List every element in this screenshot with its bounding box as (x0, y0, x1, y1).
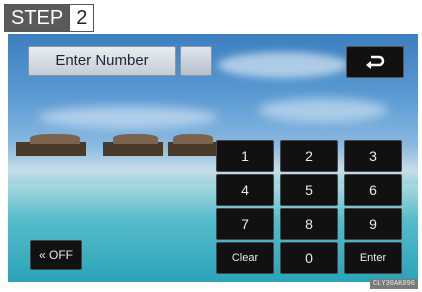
enter-button[interactable]: Enter (344, 242, 402, 274)
background-cloud (38, 106, 218, 128)
background-huts (8, 134, 218, 164)
step-number: 2 (69, 5, 94, 31)
hut-roof (113, 134, 158, 144)
key-6[interactable]: 6 (344, 174, 402, 206)
off-label: OFF (49, 248, 74, 262)
key-3[interactable]: 3 (344, 140, 402, 172)
background-cloud (258, 98, 388, 122)
hut-platform (168, 142, 216, 156)
back-button[interactable] (346, 46, 404, 78)
hut-roof (173, 134, 213, 144)
key-8[interactable]: 8 (280, 208, 338, 240)
step-badge: STEP 2 (4, 4, 95, 32)
return-arrow-icon (366, 55, 385, 69)
key-7[interactable]: 7 (216, 208, 274, 240)
hut-roof (30, 134, 80, 144)
figure-code: CLY30AK096 (369, 279, 418, 289)
double-chevron-left-icon: « (38, 248, 46, 262)
background-cloud (218, 52, 348, 78)
key-4[interactable]: 4 (216, 174, 274, 206)
number-input-field[interactable] (180, 46, 212, 76)
key-1[interactable]: 1 (216, 140, 274, 172)
off-button[interactable]: « OFF (30, 240, 82, 270)
enter-number-label: Enter Number (28, 46, 176, 76)
hut-platform (16, 142, 86, 156)
key-9[interactable]: 9 (344, 208, 402, 240)
step-header: STEP 2 (0, 0, 422, 34)
key-5[interactable]: 5 (280, 174, 338, 206)
key-2[interactable]: 2 (280, 140, 338, 172)
clear-button[interactable]: Clear (216, 242, 274, 274)
step-label: STEP (5, 5, 70, 31)
nav-screen: Enter Number 1 2 3 4 5 6 7 8 9 Clear 0 E… (8, 34, 418, 282)
key-0[interactable]: 0 (280, 242, 338, 274)
hut-platform (103, 142, 163, 156)
